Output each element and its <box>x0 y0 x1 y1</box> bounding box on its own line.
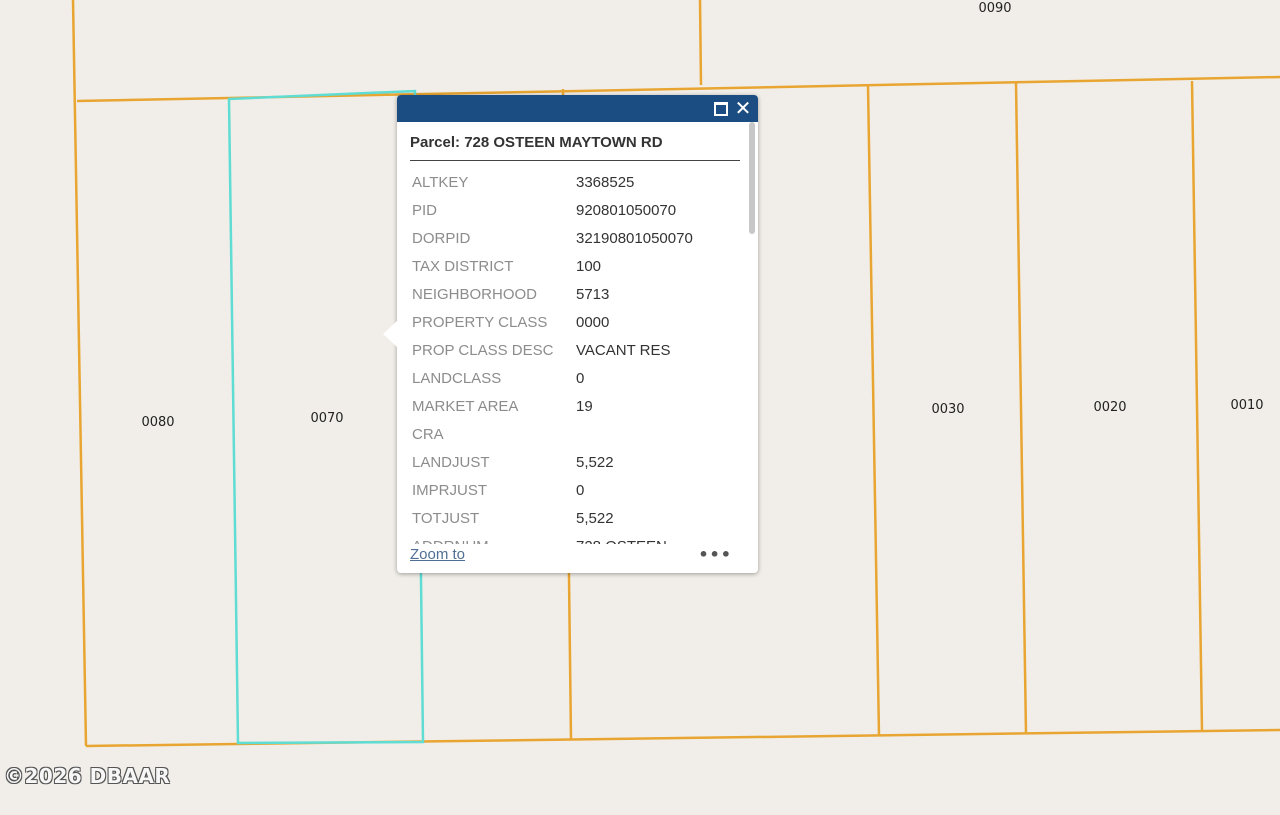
attribute-row: PID 920801050070 <box>410 196 693 224</box>
parcel-label-0020[interactable]: 0020 <box>1093 400 1126 415</box>
attribute-value: 3368525 <box>576 173 635 191</box>
attribute-value: 5,522 <box>576 453 614 471</box>
attribute-row: PROP CLASS DESC VACANT RES <box>410 336 693 364</box>
attribute-row: CRA <box>410 420 693 448</box>
attribute-key: ALTKEY <box>412 173 469 191</box>
attribute-row: TOTJUST 5,522 <box>410 504 693 532</box>
popup-title: Parcel: 728 OSTEEN MAYTOWN RD <box>410 134 740 161</box>
more-options-icon[interactable]: ••• <box>698 545 732 564</box>
attribute-value: 100 <box>576 257 602 275</box>
attribute-key: ADDRNUM <box>410 532 574 545</box>
attribute-key: TAX DISTRICT <box>412 257 514 275</box>
attribute-key: DORPID <box>412 229 471 247</box>
attribute-row: PROPERTY CLASS 0000 <box>410 308 693 336</box>
attribute-value: 5,522 <box>576 509 614 527</box>
attribute-key: LANDJUST <box>412 453 490 471</box>
attribute-row: LANDJUST 5,522 <box>410 448 693 476</box>
attribute-row: IMPRJUST 0 <box>410 476 693 504</box>
attribute-row: MARKET AREA 19 <box>410 392 693 420</box>
popup-content[interactable]: ALTKEY 3368525 PID 920801050070 DORPID 321908… <box>410 168 745 545</box>
parcel-info-popup: ✕ Parcel: 728 OSTEEN MAYTOWN RD ALTKEY 33… <box>383 95 758 573</box>
attribute-value: 0000 <box>576 313 610 331</box>
popup-pointer <box>383 321 397 347</box>
scrollbar-thumb[interactable] <box>749 122 755 234</box>
attribute-table: ALTKEY 3368525 PID 920801050070 DORPID 321908… <box>410 168 693 545</box>
attribute-key: PROPERTY CLASS <box>412 313 548 331</box>
parcel-label-0030[interactable]: 0030 <box>931 402 964 417</box>
parcel-label-0090[interactable]: 0090 <box>978 1 1011 16</box>
attribute-key: PROP CLASS DESC <box>412 341 554 359</box>
parcel-label-0010[interactable]: 0010 <box>1230 398 1263 413</box>
attribute-key: CRA <box>412 425 444 443</box>
maximize-icon[interactable] <box>714 101 728 116</box>
attribute-row: LANDCLASS 0 <box>410 364 693 392</box>
zoom-to-link[interactable]: Zoom to <box>410 546 465 563</box>
attribute-row: NEIGHBORHOOD 5713 <box>410 280 693 308</box>
parcel-label-0080[interactable]: 0080 <box>141 415 174 430</box>
attribute-key: LANDCLASS <box>412 369 502 387</box>
attribute-row: TAX DISTRICT 100 <box>410 252 693 280</box>
attribute-value: 920801050070 <box>576 201 677 219</box>
attribute-row: DORPID 32190801050070 <box>410 224 693 252</box>
attribute-value: 32190801050070 <box>576 229 693 247</box>
attribute-key: TOTJUST <box>412 509 480 527</box>
attribute-value: 0 <box>576 481 585 499</box>
attribute-key: MARKET AREA <box>412 397 519 415</box>
popup-header: ✕ <box>397 95 758 122</box>
parcel-label-0070[interactable]: 0070 <box>310 411 343 426</box>
attribute-key: IMPRJUST <box>412 481 487 499</box>
attribute-value <box>574 420 693 448</box>
attribute-value: VACANT RES <box>576 341 671 359</box>
attribute-value: 0 <box>576 369 585 387</box>
attribute-row: ALTKEY 3368525 <box>410 168 693 196</box>
attribute-key: PID <box>412 201 438 219</box>
popup-scrollbar[interactable] <box>749 122 755 542</box>
attribute-value: 728 OSTEEN <box>574 532 693 545</box>
copyright-watermark: ©2026 DBAAR <box>4 764 171 788</box>
attribute-key: NEIGHBORHOOD <box>412 285 538 303</box>
attribute-row: ADDRNUM728 OSTEEN <box>410 532 693 545</box>
attribute-value: 19 <box>576 397 593 415</box>
close-icon[interactable]: ✕ <box>734 98 752 118</box>
attribute-value: 5713 <box>576 285 610 303</box>
